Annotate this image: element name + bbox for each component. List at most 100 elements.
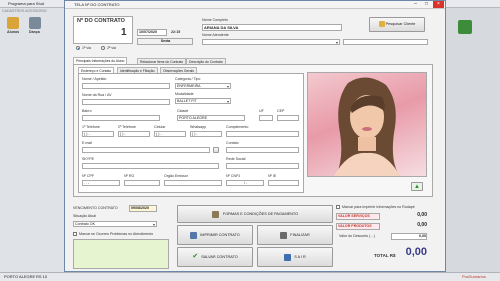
whatsapp-field[interactable]: ( ) - bbox=[190, 131, 222, 137]
complement-field[interactable] bbox=[226, 131, 299, 137]
maximize-icon[interactable]: □ bbox=[421, 1, 432, 8]
search-client-button[interactable]: Pesquisar Cliente bbox=[369, 17, 425, 32]
phone1-field[interactable]: ( ) - bbox=[82, 131, 114, 137]
social-field[interactable] bbox=[226, 163, 299, 169]
finish-icon bbox=[280, 231, 288, 239]
exit-app-icon[interactable] bbox=[458, 20, 472, 34]
tab-student-info[interactable]: Principais Informações do Aluno bbox=[73, 57, 128, 64]
city-label: Cidade bbox=[177, 109, 189, 113]
save-button[interactable]: ✔ SALVAR CONTRATO bbox=[177, 247, 253, 267]
photo-upload-button[interactable]: ▲ bbox=[411, 182, 423, 191]
toolbar-hint: CADASTROS ACESSORIO bbox=[2, 9, 47, 13]
skype-field[interactable] bbox=[82, 163, 219, 169]
second-copy-radio[interactable] bbox=[101, 46, 105, 50]
arrow-up-icon: ▲ bbox=[414, 184, 420, 190]
exit-door-icon bbox=[284, 253, 292, 261]
email-action-icon[interactable] bbox=[213, 147, 219, 153]
second-copy-label: 2ª via bbox=[107, 46, 116, 50]
exit-button[interactable]: S A I R bbox=[257, 247, 333, 267]
first-copy-radio[interactable] bbox=[76, 46, 80, 50]
email-field[interactable] bbox=[82, 147, 210, 153]
print-button[interactable]: IMPRIMIR CONTRATO bbox=[177, 225, 253, 245]
nav-label-students[interactable]: Alunos bbox=[7, 30, 19, 34]
attendant-extra-field[interactable] bbox=[343, 39, 428, 45]
app-statusbar: PORTO ALEGRE RS 10 PosSumários bbox=[0, 272, 500, 281]
minimize-icon[interactable]: – bbox=[410, 1, 421, 8]
status-extra: RS 10 bbox=[36, 274, 48, 279]
rg-label: Nº RG bbox=[124, 174, 135, 178]
contract-number-value: 1 bbox=[121, 27, 127, 38]
skype-label: SKYPE bbox=[82, 157, 94, 161]
category-select[interactable]: ENFERMEIRA bbox=[175, 83, 231, 89]
street-label: Nome da Rua / AV bbox=[82, 93, 112, 97]
payment-icon bbox=[211, 210, 219, 218]
dialog-title: TELA Nº DO CONTRATO bbox=[74, 2, 120, 7]
status-city: PORTO ALEGRE bbox=[4, 274, 36, 279]
cep-field[interactable] bbox=[277, 115, 299, 121]
dance-icon[interactable] bbox=[29, 17, 41, 29]
app-title: Programa para Stud bbox=[8, 1, 45, 6]
time-value: 22:15 bbox=[171, 30, 181, 34]
district-label: Bairro bbox=[82, 109, 92, 113]
date-field[interactable]: 10/07/2020 bbox=[137, 29, 167, 36]
expiry-label: VENCIMENTO CONTRATO bbox=[73, 206, 118, 210]
modality-label: Modalidade bbox=[175, 92, 194, 96]
expiry-field[interactable]: 09/08/2020 bbox=[129, 205, 157, 212]
discount-field[interactable]: 0,00 bbox=[391, 233, 427, 240]
category-label: Categoria / Tipo bbox=[175, 77, 201, 81]
situation-select[interactable]: Contrato OK bbox=[73, 221, 157, 227]
contact-field[interactable] bbox=[226, 147, 299, 153]
social-label: Rede Social bbox=[226, 157, 246, 161]
cell-label: Celular bbox=[154, 125, 166, 129]
weekday-field: Sexta bbox=[137, 38, 193, 45]
email-label: E mail bbox=[82, 141, 92, 145]
problem-checkbox[interactable] bbox=[73, 232, 77, 236]
printer-icon bbox=[190, 231, 198, 239]
first-copy-label: 1ª via bbox=[82, 46, 91, 50]
checkmark-icon: ✔ bbox=[192, 253, 199, 260]
products-label: VALOR PRODUTOS bbox=[336, 223, 380, 230]
ie-field[interactable] bbox=[268, 180, 299, 186]
uf-field[interactable] bbox=[259, 115, 273, 121]
dialog-titlebar: TELA Nº DO CONTRATO – □ × bbox=[65, 1, 445, 9]
issuer-field[interactable] bbox=[164, 180, 222, 186]
nickname-field[interactable] bbox=[82, 83, 170, 89]
modality-select[interactable]: BALLET FIT bbox=[175, 98, 231, 104]
attendant-select[interactable] bbox=[202, 39, 340, 45]
city-field[interactable]: PORTO ALEGRE bbox=[177, 115, 245, 121]
students-icon[interactable] bbox=[7, 17, 19, 29]
app-sidebar: CADASTROS ACESSORIO Alunos Dança bbox=[0, 8, 64, 273]
problem-checkbox-label: Marcar se Ocorreu Problemas no Atendimen… bbox=[79, 232, 154, 236]
print-footer-checkbox[interactable] bbox=[336, 205, 340, 209]
cnpj-field[interactable]: / - bbox=[226, 180, 264, 186]
street-field[interactable] bbox=[82, 99, 170, 105]
contact-label: Contato bbox=[226, 141, 239, 145]
discount-label: Valor do Desconto ( - ) bbox=[339, 234, 375, 238]
close-icon[interactable]: × bbox=[433, 1, 444, 8]
services-label: VALOR SERVIÇOS bbox=[336, 213, 380, 220]
whatsapp-label: Whatsapp bbox=[190, 125, 207, 129]
total-value: 0,00 bbox=[405, 246, 427, 258]
services-value: 0,00 bbox=[417, 212, 427, 218]
full-name-label: Nome Completo bbox=[202, 18, 228, 22]
full-name-field[interactable]: ARIANA DA SILVA bbox=[202, 24, 342, 31]
cnpj-label: Nº CNPJ bbox=[226, 174, 241, 178]
rg-field[interactable] bbox=[124, 180, 160, 186]
app-right-panel bbox=[446, 8, 500, 273]
nav-label-dance[interactable]: Dança bbox=[29, 30, 40, 34]
cell-field[interactable]: ( ) - bbox=[154, 131, 186, 137]
notes-area[interactable] bbox=[73, 239, 169, 269]
products-value: 0,00 bbox=[417, 222, 427, 228]
phone1-label: 1º Telefone bbox=[82, 125, 100, 129]
folder-search-icon bbox=[378, 21, 385, 27]
ie-label: Nº IE bbox=[268, 174, 277, 178]
payment-button[interactable]: FORMAS E CONDIÇÕES DE PAGAMENTO bbox=[177, 205, 333, 223]
phone2-label: 2º Telefone bbox=[118, 125, 136, 129]
phone2-field[interactable]: ( ) - bbox=[118, 131, 150, 137]
finish-button[interactable]: FINALIZAR bbox=[257, 225, 333, 245]
cpf-field[interactable]: . . - bbox=[82, 180, 120, 186]
district-field[interactable] bbox=[82, 115, 160, 121]
situation-label: Situação Atual bbox=[73, 214, 96, 218]
print-footer-label: Marcar para Imprimir Informações no Roda… bbox=[342, 205, 415, 209]
student-photo bbox=[307, 72, 427, 177]
